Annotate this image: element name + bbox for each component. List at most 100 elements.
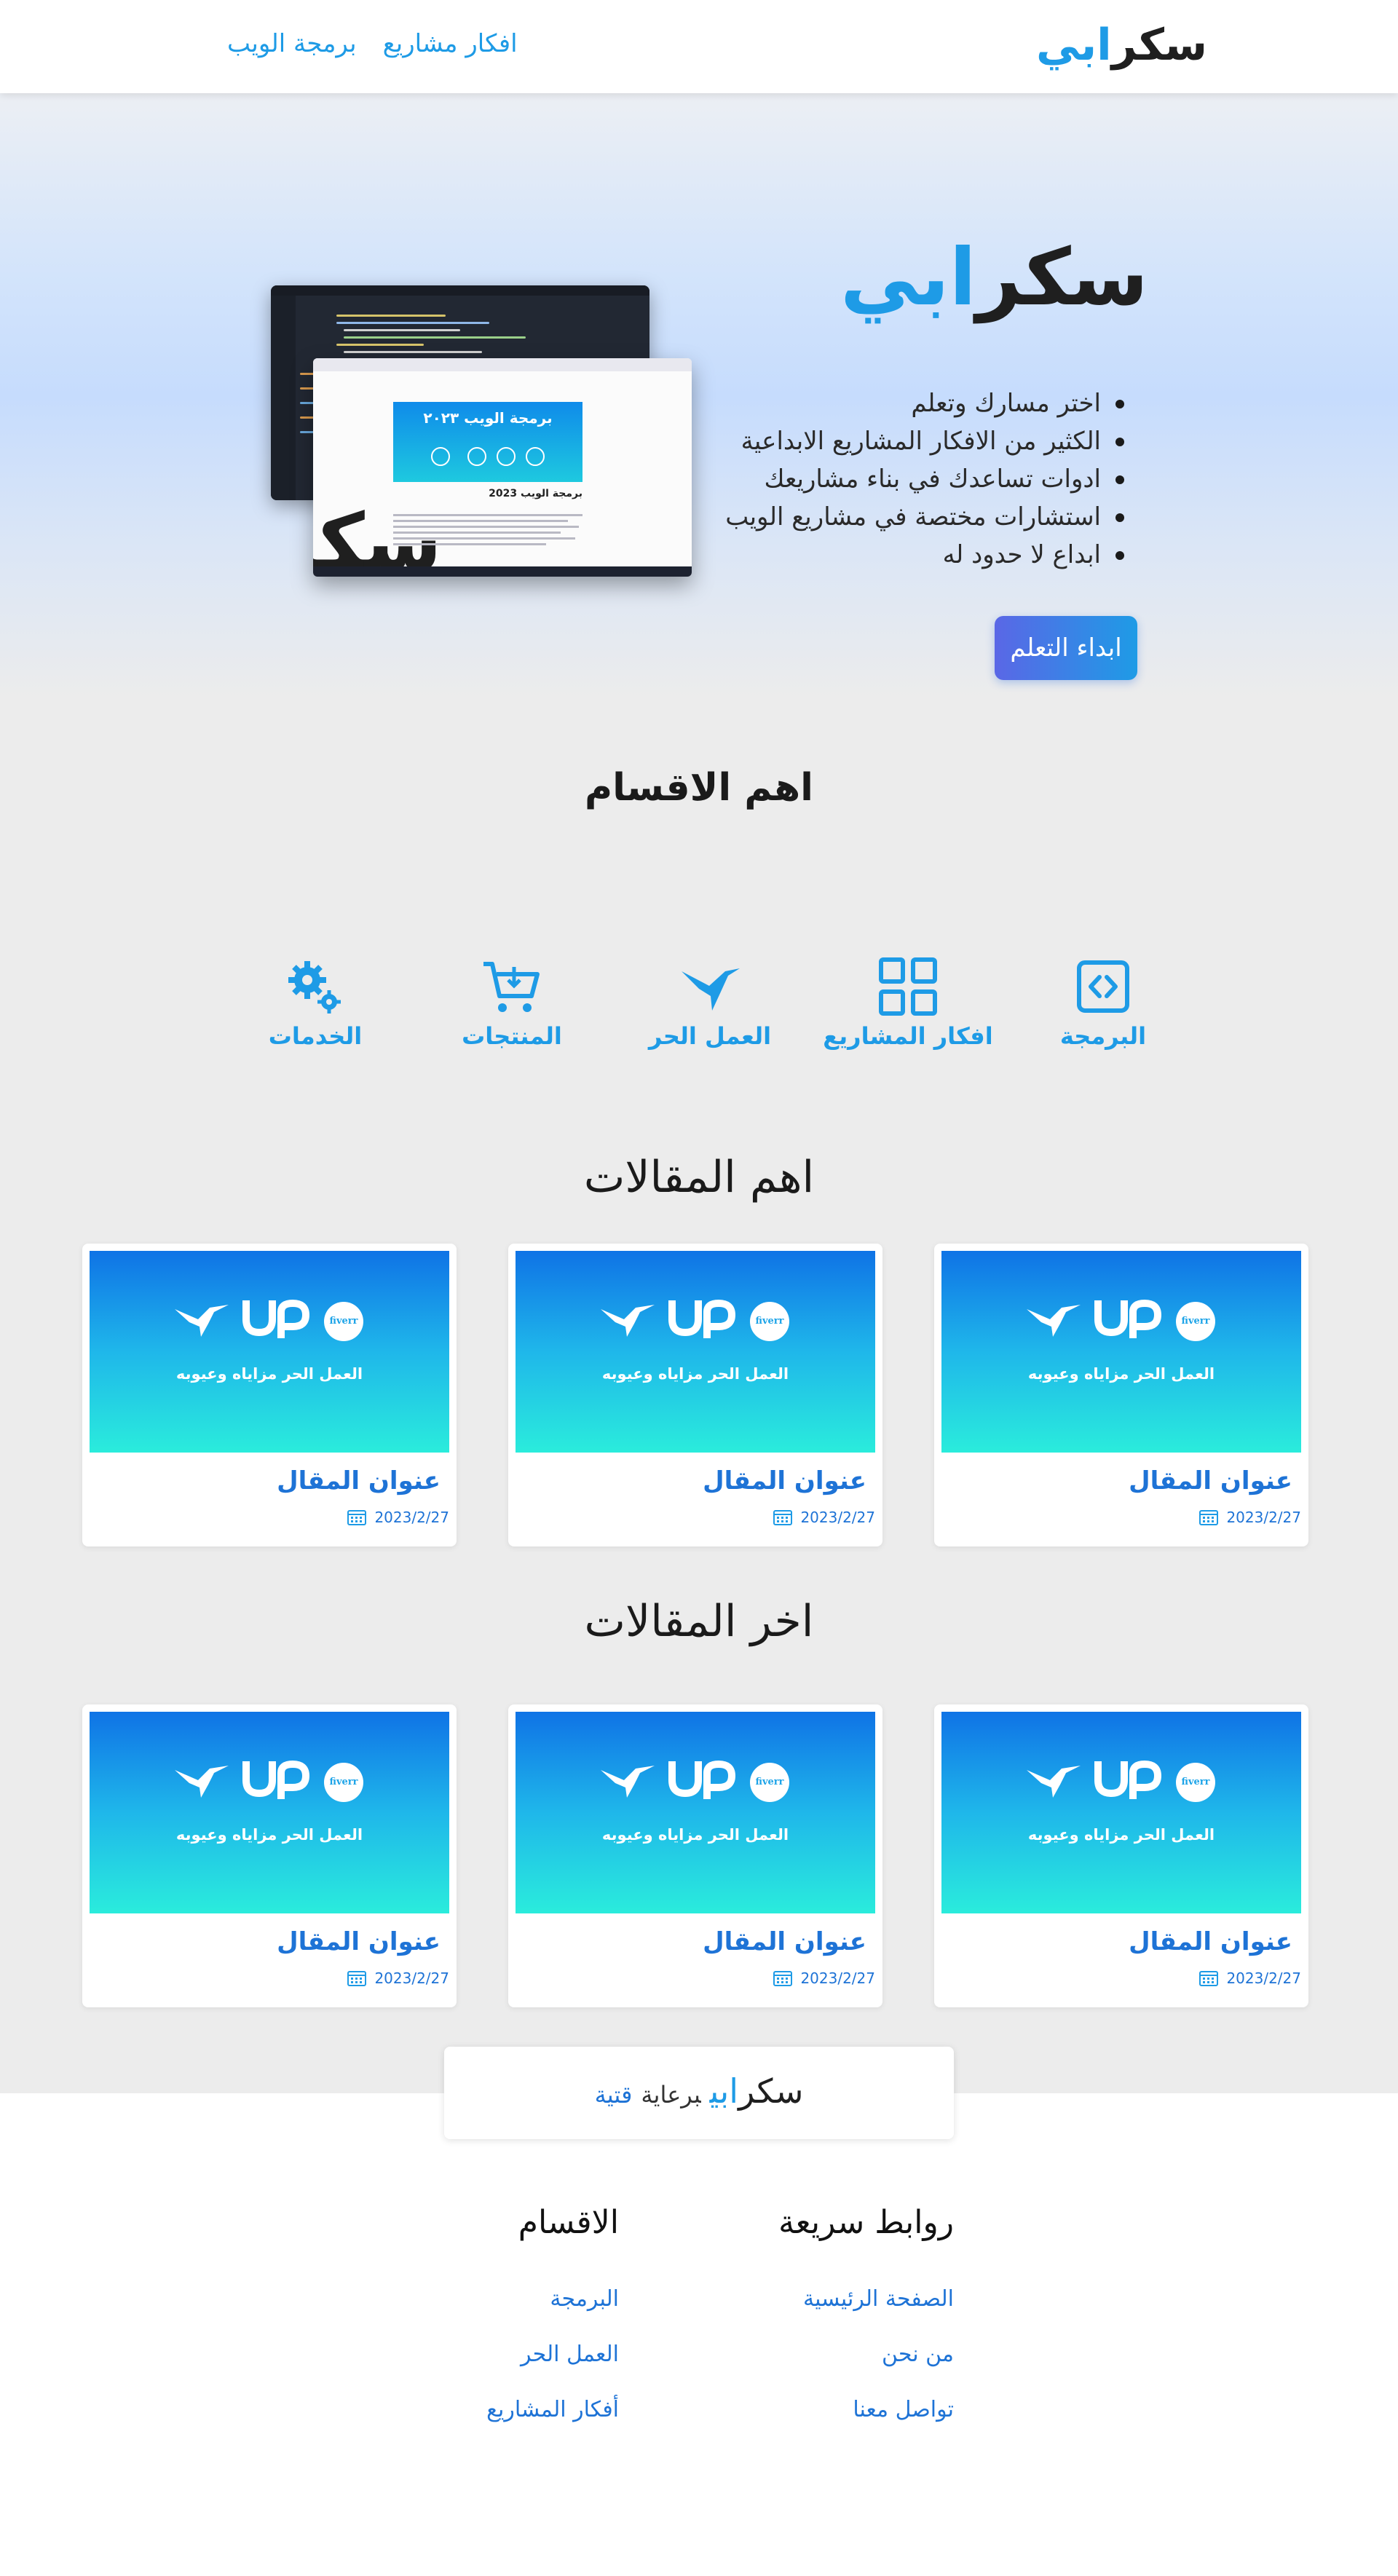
hero-mockup-image: سكرابي برمجة الويب ٢٠٢٣ برمجة الويب 2023 (271, 285, 693, 635)
footer-link-programming[interactable]: البرمجة (486, 2272, 619, 2327)
site-footer: روابط سريعة الصفحة الرئيسية من نحن تواصل… (0, 2093, 1398, 2576)
footer-link-contact[interactable]: تواصل معنا (778, 2382, 954, 2438)
latest-articles-title: اخر المقالات (584, 1596, 814, 1647)
category-freelance[interactable]: العمل الحر (619, 954, 801, 1050)
article-card[interactable]: fiverr العمل الحر مزاياه وعيوبه عنوان المق… (934, 1244, 1308, 1546)
logo-part-dark: سكر (1111, 20, 1207, 71)
hero-logo-part-dark: سكر (976, 232, 1148, 323)
site-logo[interactable]: سكرابي (1036, 23, 1207, 67)
article-thumbnail: fiverr العمل الحر مزاياه وعيوبه (516, 1712, 875, 1913)
article-title: عنوان المقال (277, 1466, 441, 1496)
upwork-logo-icon (1094, 1760, 1162, 1799)
article-card[interactable]: fiverr العمل الحر مزاياه وعيوبه عنوان المق… (82, 1704, 457, 2007)
hummingbird-logo-icon (601, 1766, 655, 1798)
browser-preview-window: سكرابي برمجة الويب ٢٠٢٣ برمجة الويب 2023 (313, 358, 692, 577)
thumbnail-caption: العمل الحر مزاياه وعيوبه (601, 1365, 789, 1383)
hero-logo-part-blue: ابي (840, 232, 976, 323)
hero-logo: سكرابي (840, 239, 1148, 317)
footer-link-about[interactable]: من نحن (778, 2327, 954, 2382)
hero-feature-list: اختر مسارك وتعلم الكثير من الافكار المشا… (725, 384, 1129, 574)
footer-sections-title: الاقسام (518, 2204, 619, 2241)
category-label: افكار المشاريع (823, 1022, 993, 1050)
sponsor-box: سكرابي برعاية قتية (444, 2047, 954, 2139)
top-articles-title: اهم المقالات (583, 1152, 815, 1203)
calendar-icon (1199, 1971, 1219, 1986)
fiverr-logo-icon: fiverr (750, 1302, 789, 1341)
mockup-banner-title: برمجة الويب ٢٠٢٣ (423, 409, 553, 427)
article-date: 2023/2/27 (1198, 1509, 1301, 1526)
article-thumbnail: fiverr العمل الحر مزاياه وعيوبه (90, 1251, 449, 1453)
article-date-text: 2023/2/27 (374, 1969, 449, 1987)
article-date-text: 2023/2/27 (1226, 1509, 1301, 1526)
article-date-text: 2023/2/27 (374, 1509, 449, 1526)
article-title: عنوان المقال (277, 1927, 441, 1956)
article-date-text: 2023/2/27 (800, 1509, 875, 1526)
article-title: عنوان المقال (703, 1927, 866, 1956)
calendar-icon (347, 1510, 367, 1525)
logo-part-blue: ابي (1035, 20, 1112, 71)
hummingbird-logo-icon (175, 1305, 229, 1337)
category-label: المنتجات (462, 1022, 562, 1050)
footer-link-project-ideas[interactable]: أفكار المشاريع (486, 2382, 619, 2438)
footer-quick-links-title: روابط سريعة (778, 2204, 954, 2241)
gears-icon (288, 961, 341, 1014)
footer-link-home[interactable]: الصفحة الرئيسية (778, 2272, 954, 2327)
cart-icon (483, 962, 540, 1012)
hero-section: سكرابي اختر مسارك وتعلم الكثير من الافكا… (0, 93, 1398, 699)
upwork-logo-icon (1094, 1299, 1162, 1338)
article-date-text: 2023/2/27 (1226, 1969, 1301, 1987)
article-thumbnail: fiverr العمل الحر مزاياه وعيوبه (941, 1712, 1301, 1913)
article-thumbnail: fiverr العمل الحر مزاياه وعيوبه (941, 1251, 1301, 1453)
footer-quick-links: روابط سريعة الصفحة الرئيسية من نحن تواصل… (778, 2204, 954, 2438)
article-card[interactable]: fiverr العمل الحر مزاياه وعيوبه عنوان المق… (508, 1704, 882, 2007)
article-title: عنوان المقال (1129, 1927, 1292, 1956)
upwork-logo-icon (668, 1299, 736, 1338)
category-services[interactable]: الخدمات (224, 954, 406, 1050)
hero-feature: ادوات تساعدك في بناء مشاريعك (725, 460, 1129, 498)
fiverr-logo-icon: fiverr (324, 1302, 363, 1341)
category-label: العمل الحر (648, 1022, 772, 1050)
sponsor-by-text: برعاية (641, 2081, 701, 2109)
article-card[interactable]: fiverr العمل الحر مزاياه وعيوبه عنوان المق… (508, 1244, 882, 1546)
thumbnail-caption: العمل الحر مزاياه وعيوبه (1027, 1826, 1215, 1844)
grid-icon (879, 957, 937, 1016)
hummingbird-logo-icon (175, 1766, 229, 1798)
hummingbird-icon (682, 968, 740, 1011)
category-label: الخدمات (268, 1022, 363, 1050)
hummingbird-logo-icon (601, 1305, 655, 1337)
fiverr-logo-icon: fiverr (1176, 1763, 1215, 1802)
category-programming[interactable]: البرمجة (1012, 954, 1194, 1050)
nav-link-project-ideas[interactable]: افكار مشاريع (383, 29, 518, 58)
thumbnail-caption: العمل الحر مزاياه وعيوبه (175, 1365, 363, 1383)
calendar-icon (1199, 1510, 1219, 1525)
mockup-banner: برمجة الويب ٢٠٢٣ (393, 402, 582, 482)
article-date: 2023/2/27 (773, 1969, 875, 1987)
article-thumbnail: fiverr العمل الحر مزاياه وعيوبه (516, 1251, 875, 1453)
category-products[interactable]: المنتجات (421, 954, 603, 1050)
hero-feature: استشارات مختصة في مشاريع الويب (725, 498, 1129, 536)
fiverr-logo-icon: fiverr (1176, 1302, 1215, 1341)
sponsor-logo: سكرابي (709, 2071, 804, 2111)
footer-sections: الاقسام البرمجة العمل الحر أفكار المشاري… (486, 2204, 619, 2438)
thumbnail-caption: العمل الحر مزاياه وعيوبه (175, 1826, 363, 1844)
article-date: 2023/2/27 (347, 1509, 449, 1526)
hero-feature: اختر مسارك وتعلم (725, 384, 1129, 422)
article-thumbnail: fiverr العمل الحر مزاياه وعيوبه (90, 1712, 449, 1913)
article-card[interactable]: fiverr العمل الحر مزاياه وعيوبه عنوان المق… (934, 1704, 1308, 2007)
article-title: عنوان المقال (1129, 1466, 1292, 1496)
article-date: 2023/2/27 (347, 1969, 449, 1987)
article-date: 2023/2/27 (1198, 1969, 1301, 1987)
category-project-ideas[interactable]: افكار المشاريع (817, 954, 999, 1050)
footer-link-freelance[interactable]: العمل الحر (486, 2327, 619, 2382)
nav-link-web-programming[interactable]: برمجة الويب (227, 29, 357, 58)
code-icon (1077, 960, 1129, 1013)
hummingbird-logo-icon (1027, 1305, 1081, 1337)
fiverr-logo-icon: fiverr (324, 1763, 363, 1802)
article-card[interactable]: fiverr العمل الحر مزاياه وعيوبه عنوان المق… (82, 1244, 457, 1546)
sponsor-link[interactable]: قتية (595, 2081, 633, 2109)
calendar-icon (773, 1510, 793, 1525)
main-nav: برمجة الويب افكار مشاريع (227, 29, 518, 58)
upwork-logo-icon (242, 1760, 310, 1799)
upwork-logo-icon (668, 1760, 736, 1799)
start-learning-button[interactable]: ابداء التعلم (995, 616, 1137, 680)
